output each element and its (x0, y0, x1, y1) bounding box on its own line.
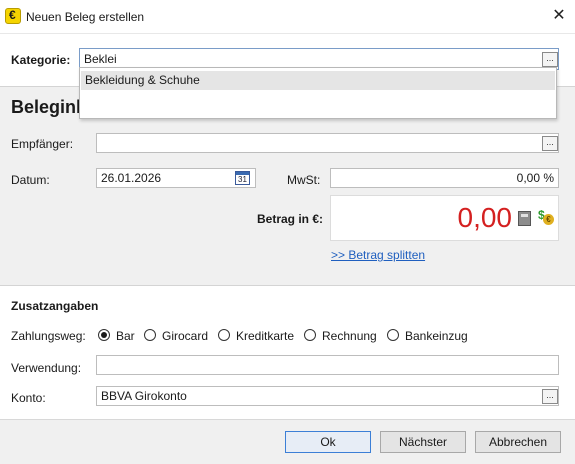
radio-rechnung-label[interactable]: Rechnung (322, 329, 377, 343)
datum-input[interactable]: 26.01.2026 (96, 168, 256, 188)
empfaenger-label: Empfänger: (11, 137, 74, 151)
ok-button[interactable]: Ok (285, 431, 371, 453)
verwendung-label: Verwendung: (11, 361, 82, 375)
window-title: Neuen Beleg erstellen (26, 10, 145, 24)
next-button[interactable]: Nächster (380, 431, 466, 453)
calendar-icon[interactable]: 31 (235, 171, 250, 185)
betrag-splitten-link[interactable]: >> Betrag splitten (331, 248, 425, 262)
suggestion-item[interactable]: Bekleidung & Schuhe (81, 71, 555, 90)
radio-rechnung[interactable] (304, 329, 316, 341)
datum-label: Datum: (11, 173, 50, 187)
radio-kreditkarte-label[interactable]: Kreditkarte (236, 329, 294, 343)
app-euro-icon: € (5, 8, 21, 24)
empfaenger-input[interactable] (96, 133, 559, 153)
radio-bankeinzug-label[interactable]: Bankeinzug (405, 329, 468, 343)
mwst-input[interactable]: 0,00 % (330, 168, 559, 188)
kategorie-label: Kategorie: (11, 53, 71, 67)
title-bar: € Neuen Beleg erstellen ✕ (0, 0, 575, 33)
kategorie-suggestions: Bekleidung & Schuhe (79, 67, 557, 119)
section-title: Beleginl (11, 97, 82, 117)
radio-girocard[interactable] (144, 329, 156, 341)
radio-bar[interactable] (98, 329, 110, 341)
konto-label: Konto: (11, 391, 46, 405)
close-button[interactable]: ✕ (545, 4, 573, 28)
konto-input[interactable]: BBVA Girokonto (96, 386, 559, 406)
konto-browse-button[interactable]: ... (542, 389, 558, 404)
zusatz-title: Zusatzangaben (11, 299, 99, 313)
zahlungsweg-label: Zahlungsweg: (11, 329, 86, 343)
empfaenger-browse-button[interactable]: ... (542, 136, 558, 151)
radio-bar-label[interactable]: Bar (116, 329, 135, 343)
betrag-label: Betrag in €: (257, 212, 324, 226)
radio-kreditkarte[interactable] (218, 329, 230, 341)
radio-bankeinzug[interactable] (387, 329, 399, 341)
betrag-input[interactable]: 0,00 $ € (330, 195, 559, 241)
betrag-value: 0,00 (457, 202, 513, 233)
verwendung-input[interactable] (96, 355, 559, 375)
cancel-button[interactable]: Abbrechen (475, 431, 561, 453)
calculator-icon[interactable] (518, 211, 531, 226)
mwst-label: MwSt: (287, 173, 321, 187)
kategorie-browse-button[interactable]: ... (542, 52, 558, 67)
currency-convert-icon[interactable]: $ € (538, 208, 554, 228)
radio-girocard-label[interactable]: Girocard (162, 329, 208, 343)
